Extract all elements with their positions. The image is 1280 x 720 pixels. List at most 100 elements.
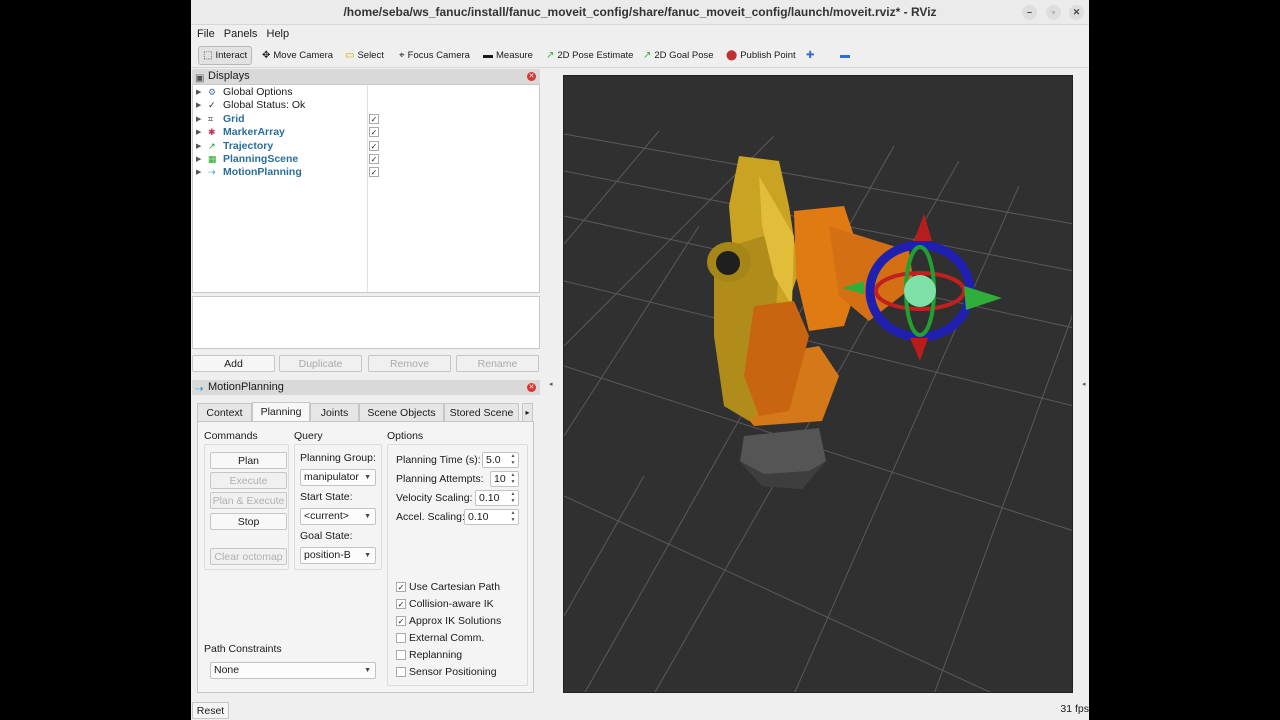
planning-attempts-label: Planning Attempts:: [396, 473, 484, 485]
focus-camera-tool[interactable]: ⌖ Focus Camera: [397, 46, 470, 65]
add-button[interactable]: Add: [192, 355, 275, 372]
publish-point-tool[interactable]: ⬤ Publish Point: [724, 46, 796, 65]
add-tool-button[interactable]: ✚: [804, 46, 814, 65]
goal-state-select[interactable]: position-B ▼: [300, 547, 376, 564]
window-title: /home/seba/ws_fanuc/install/fanuc_moveit…: [343, 5, 937, 19]
plus-icon: ✚: [806, 50, 815, 61]
remove-button[interactable]: Remove: [368, 355, 451, 372]
option-checkbox[interactable]: [396, 633, 406, 643]
tab-context[interactable]: Context: [197, 403, 252, 422]
option-checkbox[interactable]: [396, 667, 406, 677]
fps-counter: 31 fps: [1060, 703, 1089, 715]
remove-tool-button[interactable]: ▬: [838, 46, 850, 65]
spin-arrows-icon[interactable]: ▲ ▼: [509, 491, 517, 505]
display-enable-checkbox[interactable]: ✓: [369, 127, 379, 138]
plan-execute-button[interactable]: Plan & Execute: [210, 492, 287, 509]
ruler-icon: ▬: [483, 50, 493, 61]
display-item[interactable]: ▶ ⌗ Grid ✓: [193, 113, 539, 126]
display-enable-checkbox[interactable]: ✓: [369, 154, 379, 164]
spin-arrows-icon[interactable]: ▲ ▼: [509, 472, 517, 486]
gear-icon: ⚙: [208, 87, 217, 97]
expand-arrow-icon[interactable]: ▶: [196, 166, 201, 179]
option-checkbox[interactable]: [396, 650, 406, 660]
display-item[interactable]: ▶ ⇢ MotionPlanning ✓: [193, 166, 539, 179]
menu-help[interactable]: Help: [267, 25, 290, 43]
planning-tab-content: Commands Plan Execute Plan & Execute Sto…: [197, 421, 534, 693]
display-item[interactable]: ▶ ✱ MarkerArray ✓: [193, 126, 539, 139]
menu-panels[interactable]: Panels: [224, 25, 258, 43]
display-description-area: [192, 296, 540, 349]
expand-arrow-icon[interactable]: ▶: [196, 126, 201, 139]
display-item[interactable]: ▶ ▦ PlanningScene ✓: [193, 153, 539, 166]
check-icon: ✓: [208, 100, 216, 111]
rename-button[interactable]: Rename: [456, 355, 539, 372]
path-constraints-select[interactable]: None ▼: [210, 662, 376, 679]
tab-stored-scene[interactable]: Stored Scene: [444, 403, 519, 422]
goal-pose-tool[interactable]: ↗ 2D Goal Pose: [641, 46, 714, 65]
display-enable-checkbox[interactable]: ✓: [369, 113, 379, 124]
interact-tool[interactable]: ⬚ Interact: [198, 46, 253, 65]
pose-estimate-tool[interactable]: ↗ 2D Pose Estimate: [544, 46, 633, 65]
planning-time-spinbox[interactable]: 5.0 ▲ ▼: [482, 452, 519, 468]
accel-scaling-spinbox[interactable]: 0.10 ▲ ▼: [464, 509, 519, 525]
chevron-down-icon: ▼: [364, 474, 371, 481]
accel-scaling-label: Accel. Scaling:: [396, 511, 465, 523]
query-title: Query: [294, 430, 323, 442]
execute-button[interactable]: Execute: [210, 472, 287, 489]
spin-arrows-icon[interactable]: ▲ ▼: [509, 453, 517, 467]
start-state-select[interactable]: <current> ▼: [300, 508, 376, 525]
display-item[interactable]: ▶ ⚙ Global Options: [193, 86, 539, 99]
reset-button[interactable]: Reset: [192, 702, 229, 719]
close-icon[interactable]: ✕: [527, 72, 536, 81]
display-item-label: Trajectory: [223, 139, 274, 152]
tab-scroll-right-icon[interactable]: ▸: [522, 403, 533, 422]
expand-arrow-icon[interactable]: ▶: [196, 86, 201, 99]
maximize-button[interactable]: ◦: [1046, 5, 1061, 20]
scene-icon: ▦: [208, 154, 217, 164]
display-enable-checkbox[interactable]: ✓: [369, 140, 379, 151]
option-checkbox[interactable]: ✓: [396, 599, 406, 609]
chevron-down-icon: ▼: [364, 552, 371, 559]
tab-planning[interactable]: Planning: [252, 402, 310, 422]
velocity-scaling-spinbox[interactable]: 0.10 ▲ ▼: [475, 490, 519, 506]
display-item-label: MotionPlanning: [223, 166, 302, 179]
expand-arrow-icon[interactable]: ▶: [196, 99, 201, 112]
splitter-handle-left-icon[interactable]: ◂: [549, 380, 553, 388]
expand-arrow-icon[interactable]: ▶: [196, 140, 201, 153]
planning-attempts-spinbox[interactable]: 10 ▲ ▼: [490, 471, 519, 487]
focus-camera-icon: ⌖: [399, 50, 405, 61]
expand-arrow-icon[interactable]: ▶: [196, 153, 201, 166]
goal-state-label: Goal State:: [300, 530, 353, 542]
display-item[interactable]: ▶ ✓ Global Status: Ok: [193, 99, 539, 112]
splitter-handle-right-icon[interactable]: ◂: [1082, 380, 1086, 388]
motion-icon: ⇢: [195, 384, 204, 395]
minimize-button[interactable]: –: [1022, 5, 1037, 20]
clear-octomap-button[interactable]: Clear octomap: [210, 548, 287, 565]
option-checkbox[interactable]: ✓: [396, 582, 406, 592]
motion-planning-panel-header: ⇢ MotionPlanning ✕: [192, 380, 540, 395]
minus-icon: ▬: [840, 50, 850, 61]
tab-joints[interactable]: Joints: [310, 403, 359, 422]
stop-button[interactable]: Stop: [210, 513, 287, 530]
plan-button[interactable]: Plan: [210, 452, 287, 469]
move-camera-tool[interactable]: ✥ Move Camera: [260, 46, 333, 65]
duplicate-button[interactable]: Duplicate: [279, 355, 362, 372]
planning-group-select[interactable]: manipulator ▼: [300, 469, 376, 486]
motion-planning-tabs: Context Planning Joints Scene Objects St…: [197, 402, 533, 422]
3d-viewport[interactable]: [563, 75, 1073, 693]
commands-title: Commands: [204, 430, 258, 442]
option-checkbox[interactable]: ✓: [396, 616, 406, 626]
close-icon[interactable]: ✕: [527, 383, 536, 392]
display-enable-checkbox[interactable]: ✓: [369, 167, 379, 178]
tab-scene-objects[interactable]: Scene Objects: [359, 403, 444, 422]
menu-file[interactable]: File: [197, 25, 215, 43]
planning-group-label: Planning Group:: [300, 452, 376, 464]
chevron-down-icon: ▼: [364, 667, 371, 674]
expand-arrow-icon[interactable]: ▶: [196, 113, 201, 126]
spin-arrows-icon[interactable]: ▲ ▼: [509, 510, 517, 524]
close-button[interactable]: ✕: [1069, 5, 1084, 20]
select-tool[interactable]: ▭ Select: [343, 46, 384, 65]
measure-tool[interactable]: ▬ Measure: [481, 46, 533, 65]
trajectory-icon: ↗: [208, 140, 216, 151]
display-item[interactable]: ▶ ↗ Trajectory ✓: [193, 140, 539, 153]
